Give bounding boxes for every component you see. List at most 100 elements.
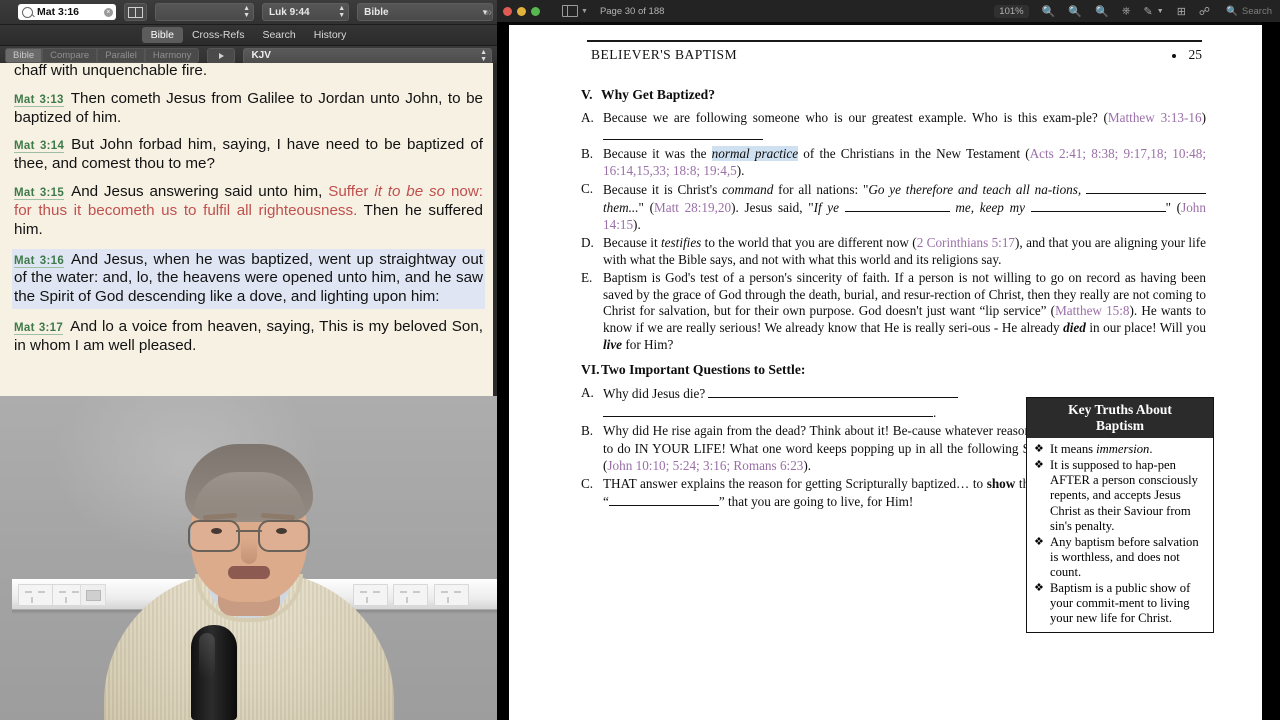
scripture-reference: 2 Corinthians 5:17 — [916, 234, 1016, 250]
secondary-reference-dropdown[interactable]: ▲ ▼ — [155, 3, 255, 21]
tab-cross-refs[interactable]: Cross-Refs — [183, 27, 254, 43]
screen: Mat 3:16 × ▲ ▼ Luk 9:44 ▲ ▼ Bible ▼ » Bibl… — [0, 0, 1280, 720]
search-placeholder: Search — [1241, 5, 1272, 17]
scripture-reference: John 10:10; 5:24; 3:16; Romans 6:23 — [607, 458, 804, 474]
pdf-page-canvas[interactable]: V. Why Get Baptized? A. Because we are foll… — [509, 65, 1268, 720]
stepper-icon-2: ▲ ▼ — [338, 5, 346, 19]
toolbar-overflow-icon[interactable]: » — [485, 5, 492, 19]
key-truth-item: ❖ It is supposed to hap-pen AFTER a perso… — [1034, 458, 1206, 534]
verse-paragraph[interactable]: Mat 3:13 Then cometh Jesus from Galilee t… — [14, 90, 483, 128]
tab-history[interactable]: History — [305, 27, 356, 43]
markup-toolbar-icon[interactable]: ⎈ — [1122, 5, 1131, 18]
emphasis-text: me, keep my — [955, 199, 1031, 215]
close-window-button[interactable] — [503, 6, 512, 16]
bible-version-dropdown[interactable]: KJV ▲ ▼ — [243, 47, 492, 64]
verse-paragraph[interactable]: Mat 3:15 And Jesus answering said unto hi… — [14, 183, 483, 240]
verse-reference-label[interactable]: Mat 3:13 — [14, 93, 64, 107]
scripture-reference: Matthew 3:13-16 — [1107, 110, 1202, 125]
bible-reference-search-input[interactable]: Mat 3:16 × — [18, 4, 116, 20]
sidebar-toggle-button[interactable]: ▼ — [562, 5, 588, 17]
verse-reference-label[interactable]: Mat 3:15 — [14, 187, 65, 201]
verse-paragraph[interactable]: Mat 3:17 And lo a voice from heaven, sayi… — [14, 318, 483, 356]
bible-tab-bar: Bible Cross-Refs Search History — [0, 25, 497, 46]
segment-harmony[interactable]: Harmony — [144, 48, 200, 63]
lens-right — [257, 520, 310, 552]
diamond-bullet-icon: ❖ — [1034, 582, 1044, 595]
rotate-icon[interactable]: ⊞ — [1177, 5, 1186, 18]
strong-text: show — [986, 476, 1016, 492]
magnify-icon[interactable]: 🔍 — [1095, 5, 1109, 18]
key-truth-item: ❖ Baptism is a public show of your commit… — [1034, 581, 1206, 626]
list-item: D. Because it testifies to the world that… — [581, 235, 1206, 269]
verse-paragraph[interactable]: his floor, and gather his wheat into the… — [14, 63, 483, 81]
tab-search[interactable]: Search — [253, 27, 304, 43]
verse-reference-dropdown[interactable]: Luk 9:44 ▲ ▼ — [262, 3, 350, 21]
diamond-bullet-icon: ❖ — [1034, 459, 1044, 472]
key-truths-title-line1: Key Truths About — [1068, 402, 1172, 417]
verse-reference-label[interactable]: Mat 3:14 — [14, 140, 65, 154]
view-mode-segmented-control[interactable]: Bible Compare Parallel Harmony — [5, 48, 200, 63]
list-item-body: Because it is Christ's command for all n… — [603, 181, 1207, 234]
verse-paragraph[interactable]: Mat 3:16 And Jesus, when he was baptized,… — [12, 248, 485, 310]
clear-search-icon[interactable]: × — [103, 7, 113, 17]
zoom-level-label[interactable]: 101% — [994, 4, 1029, 18]
maximize-window-button[interactable] — [531, 6, 540, 16]
window-traffic-lights[interactable] — [503, 6, 540, 16]
tab-bible[interactable]: Bible — [141, 27, 183, 43]
module-type-value: Bible — [364, 6, 389, 18]
answer-blank[interactable] — [1030, 199, 1166, 212]
share-icon[interactable]: ☍ — [1199, 5, 1210, 18]
pdf-search-field[interactable]: 🔍 Search — [1226, 6, 1272, 17]
bible-verse-pane[interactable]: his floor, and gather his wheat into the… — [0, 63, 497, 396]
lens-left — [187, 520, 240, 552]
verse-list: his floor, and gather his wheat into the… — [12, 63, 485, 356]
body-text: for all nations: " — [773, 181, 869, 197]
answer-blank[interactable] — [708, 385, 959, 399]
speaker-figure — [99, 444, 399, 720]
list-item: B. Because it was the normal practice of … — [581, 145, 1206, 180]
section-heading: VI.Two Important Questions to Settle: — [581, 362, 1206, 378]
scripture-reference: Matt 28:19,20 — [653, 199, 732, 215]
segment-compare[interactable]: Compare — [42, 48, 98, 63]
list-item-body: Because we are following someone who is … — [603, 110, 1206, 145]
answer-blank-line[interactable]: . — [603, 405, 936, 420]
body-text: Baptism is a public show of your commit-… — [1050, 581, 1191, 626]
list-item-label: A. — [581, 385, 594, 401]
answer-blank[interactable] — [844, 199, 950, 212]
verse-reference-label[interactable]: Mat 3:17 — [14, 322, 64, 336]
segment-bible[interactable]: Bible — [5, 48, 43, 63]
body-text: to the world that you are different now … — [701, 234, 917, 250]
play-icon — [218, 52, 224, 59]
section-title: Why Get Baptized? — [601, 87, 716, 102]
key-truths-title-line2: Baptism — [1095, 417, 1144, 433]
highlight-icon[interactable]: ✎ — [1144, 5, 1153, 18]
page-number: 25 — [1188, 47, 1203, 62]
section-numeral: V. — [581, 87, 593, 102]
body-text: Why did Jesus die? — [603, 386, 709, 402]
verse-reference-label[interactable]: Mat 3:16 — [14, 254, 65, 268]
answer-blank[interactable] — [603, 127, 763, 140]
highlighted-emphasis-text: normal practice — [711, 145, 799, 161]
verse-paragraph[interactable]: Mat 3:14 But John forbad him, saying, I h… — [14, 136, 483, 174]
search-value: Mat 3:16 — [37, 6, 80, 18]
zoom-out-icon[interactable]: 🔍 — [1042, 5, 1056, 18]
minimize-window-button[interactable] — [517, 6, 526, 16]
header-rule — [587, 40, 1202, 42]
key-truth-text: It means immersion. — [1050, 442, 1206, 457]
key-truth-text: Any baptism before salvation is worthles… — [1050, 535, 1206, 580]
body-text: for Him? — [622, 337, 674, 353]
answer-blank[interactable] — [608, 493, 719, 507]
body-text: " ( — [1165, 199, 1182, 215]
chevron-down-icon[interactable]: ▼ — [1157, 8, 1164, 15]
body-text: " ( — [638, 199, 654, 215]
audio-play-button[interactable] — [207, 47, 236, 64]
segment-parallel[interactable]: Parallel — [97, 48, 145, 63]
zoom-in-icon[interactable]: 🔍 — [1068, 5, 1082, 18]
module-type-dropdown[interactable]: Bible ▼ — [357, 3, 493, 21]
body-text: in our place! Will you — [1085, 320, 1207, 336]
parallel-panes-button[interactable] — [123, 3, 148, 21]
answer-blank[interactable] — [1086, 181, 1207, 194]
body-text: of the Christians in the New Testament ( — [798, 145, 1030, 161]
key-truth-text: It is supposed to hap-pen AFTER a person… — [1050, 458, 1206, 534]
microphone — [190, 625, 237, 720]
